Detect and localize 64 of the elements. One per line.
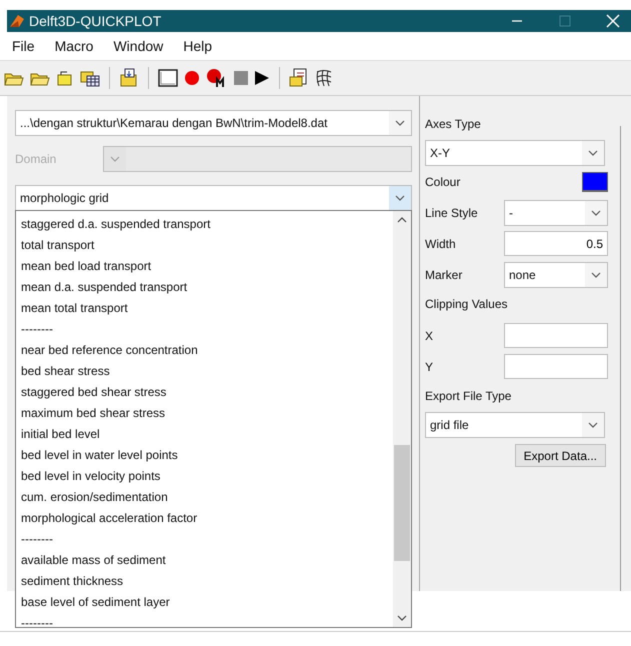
window-title: Delft3D-QUICKPLOT	[29, 13, 162, 29]
list-item[interactable]: bed shear stress	[16, 361, 393, 382]
chevron-down-icon[interactable]	[389, 111, 411, 135]
list-item[interactable]: sediment thickness	[16, 571, 393, 592]
marker-select[interactable]: none	[504, 262, 608, 288]
list-item[interactable]: base level of sediment layer	[16, 592, 393, 613]
list-item[interactable]: staggered d.a. suspended transport	[16, 214, 393, 235]
list-item[interactable]: --------	[16, 613, 393, 634]
list-item[interactable]: --------	[16, 529, 393, 550]
play-icon[interactable]	[254, 70, 270, 86]
field-label: Domain	[15, 152, 58, 166]
list-item[interactable]: mean d.a. suspended transport	[16, 277, 393, 298]
list-item[interactable]: bed level in velocity points	[16, 466, 393, 487]
variable-select[interactable]: morphologic grid	[15, 185, 412, 211]
clip-y-field[interactable]	[504, 354, 608, 379]
list-item[interactable]: mean total transport	[16, 298, 393, 319]
list-item[interactable]: mean bed load transport	[16, 256, 393, 277]
window-icon[interactable]	[158, 69, 178, 87]
record-icon[interactable]	[184, 70, 200, 86]
chevron-down-icon[interactable]	[585, 262, 607, 286]
export-type-select[interactable]: grid file	[425, 412, 605, 438]
scrollbar[interactable]	[393, 211, 411, 627]
list-item[interactable]: cum. erosion/sedimentation	[16, 487, 393, 508]
chevron-down-icon[interactable]	[582, 141, 604, 165]
file-select[interactable]: ...\dengan struktur\Kemarau dengan BwN\trim-Model8.dat	[15, 110, 412, 136]
list-item[interactable]: --------	[16, 319, 393, 340]
list-item[interactable]: total transport	[16, 235, 393, 256]
grid-icon[interactable]	[315, 69, 333, 87]
list-item[interactable]: maximum bed shear stress	[16, 403, 393, 424]
field-label: Colour	[425, 174, 460, 188]
menu-item[interactable]: File	[12, 38, 35, 54]
field-label: Marker	[425, 268, 462, 282]
clip-x-field[interactable]	[504, 323, 608, 348]
folder-arrow-icon[interactable]	[119, 68, 139, 88]
list-item[interactable]: near bed reference concentration	[16, 340, 393, 361]
field-label: Line Style	[425, 206, 478, 220]
width-field[interactable]: 0.5	[504, 231, 608, 256]
field-label: Axes Type	[425, 116, 482, 133]
list-item[interactable]: staggered bed shear stress	[16, 382, 393, 403]
list-item[interactable]: available mass of sediment	[16, 550, 393, 571]
folder-icon[interactable]	[56, 69, 74, 87]
colour-swatch[interactable]	[582, 172, 608, 192]
field-label: Export File Type	[425, 388, 512, 405]
menu-item[interactable]: Macro	[54, 38, 94, 54]
field-label: Clipping Values	[425, 296, 508, 313]
chevron-down-icon[interactable]	[585, 200, 607, 224]
axes-type-select[interactable]: X-Y	[425, 140, 605, 166]
field-label: X	[425, 328, 434, 342]
chevron-down-icon[interactable]	[389, 186, 411, 210]
menu-item[interactable]: Window	[113, 38, 164, 54]
export-data-button[interactable]: Export Data...	[514, 444, 606, 467]
list-item[interactable]: morphological acceleration factor	[16, 508, 393, 529]
field-label: Width	[425, 236, 456, 250]
chevron-down-icon[interactable]	[582, 413, 604, 437]
close-icon[interactable]	[605, 14, 621, 28]
field-label: Y	[425, 360, 434, 374]
app-logo-icon	[9, 13, 25, 29]
folder-table-icon[interactable]	[80, 69, 100, 87]
list-item[interactable]: bed level in water level points	[16, 445, 393, 466]
menu-item[interactable]: Help	[183, 38, 212, 54]
list-item[interactable]: initial bed level	[16, 424, 393, 445]
scroll-thumb[interactable]	[394, 445, 410, 561]
document-export-icon[interactable]	[289, 68, 309, 88]
line-style-select[interactable]: -	[504, 200, 608, 226]
